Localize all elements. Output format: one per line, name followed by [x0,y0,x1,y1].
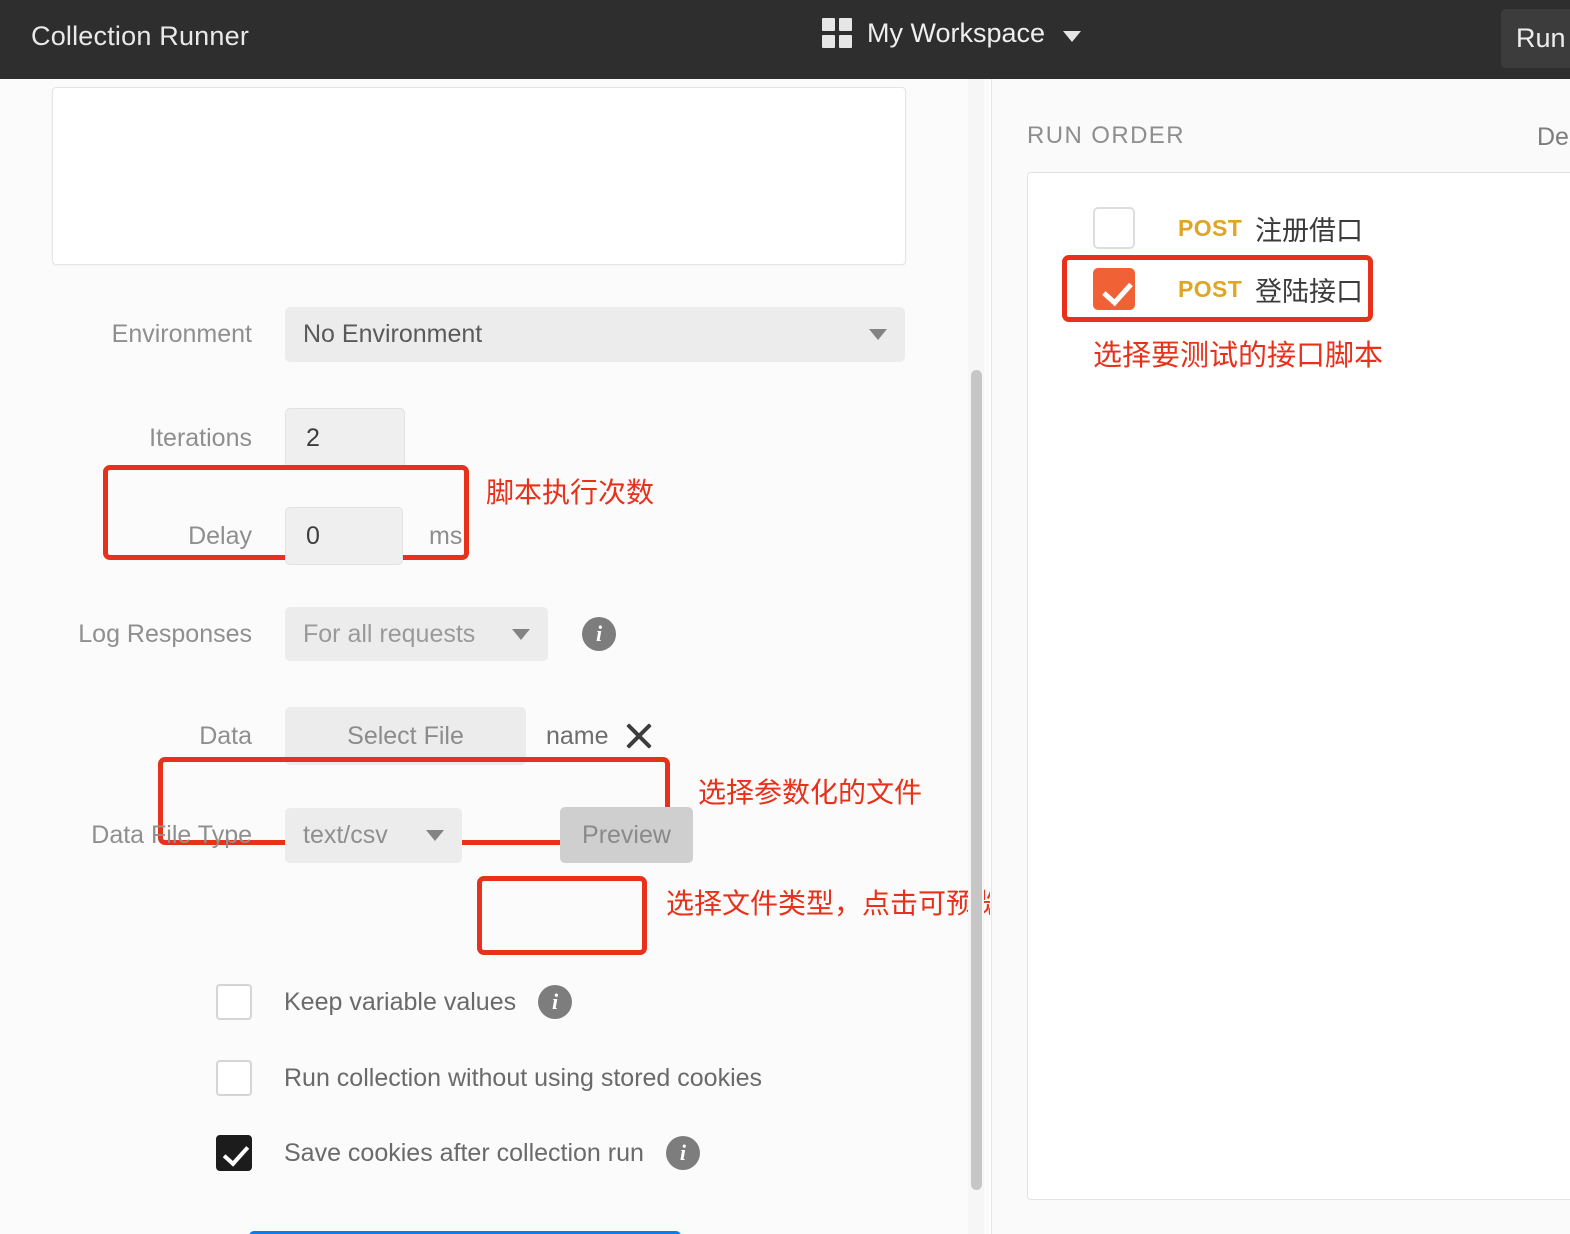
keep-variable-values-label: Keep variable values [284,987,517,1016]
list-item[interactable]: POST 注册借口 [1093,207,1363,249]
keep-variable-values-checkbox[interactable] [216,984,252,1020]
save-cookies-row[interactable]: Save cookies after collection run i [216,1135,700,1171]
workspace-name: My Workspace [867,18,1046,48]
left-pane-scrollbar-thumb[interactable] [971,370,982,1190]
annotation-data: 选择参数化的文件 [698,777,923,808]
data-label: Data [199,721,252,750]
environment-select[interactable]: No Environment [285,307,905,362]
preview-button[interactable]: Preview [560,807,693,863]
log-responses-select[interactable]: For all requests [285,607,548,661]
data-file-type-label: Data File Type [91,820,252,849]
highlight-selected-request [1062,255,1373,322]
save-cookies-checkbox[interactable] [216,1135,252,1171]
deselect-all-link[interactable]: De [1537,123,1569,152]
iterations-label: Iterations [149,423,252,452]
request-method: POST [1178,214,1243,241]
log-responses-label: Log Responses [78,619,252,648]
runner-settings-pane: Environment No Environment Iterations 2 … [0,79,990,1234]
environment-label: Environment [111,320,252,348]
log-responses-row: Log Responses For all requests i [0,607,990,661]
annotation-preview: 选择文件类型，点击可预览 [666,888,990,919]
iterations-row: Iterations 2 [0,408,990,468]
chevron-down-icon [869,329,887,340]
environment-value: No Environment [303,320,483,348]
delay-row: Delay 0 ms [0,507,990,565]
info-icon[interactable]: i [538,985,573,1019]
info-icon[interactable]: i [582,617,616,651]
workspace-selector[interactable]: My Workspace [822,18,1082,49]
environment-row: Environment No Environment [0,307,990,362]
app-header: Collection Runner My Workspace Run [0,0,1570,79]
run-order-pane: RUN ORDER De [992,79,1570,1234]
highlight-preview [477,876,647,955]
data-file-type-row: Data File Type text/csv Preview [0,807,990,863]
delay-label: Delay [188,521,252,550]
data-file-name: name [546,721,609,750]
chevron-down-icon [426,829,444,841]
run-without-cookies-row[interactable]: Run collection without using stored cook… [216,1060,762,1096]
header-run-button[interactable]: Run [1501,9,1570,68]
data-file-row: Data Select File name [0,707,990,765]
select-file-button[interactable]: Select File [285,707,526,765]
run-without-cookies-label: Run collection without using stored cook… [284,1063,763,1092]
chevron-down-icon [1063,30,1082,42]
iterations-input[interactable]: 2 [285,408,405,468]
keep-variable-values-row[interactable]: Keep variable values i [216,984,573,1020]
chevron-down-icon [512,628,530,640]
delay-unit-label: ms [429,521,463,550]
collection-runner-window: Collection Runner My Workspace Run Envir… [0,0,1570,1234]
info-icon[interactable]: i [665,1136,700,1170]
request-name: 注册借口 [1255,215,1363,246]
save-cookies-label: Save cookies after collection run [284,1138,644,1167]
run-without-cookies-checkbox[interactable] [216,1060,252,1096]
run-order-list-panel [1027,172,1570,1200]
page-title: Collection Runner [31,21,250,51]
collection-preview-box [52,87,906,265]
data-file-type-select[interactable]: text/csv [285,807,462,863]
annotation-iterations: 脚本执行次数 [486,477,655,508]
run-order-heading: RUN ORDER [1027,122,1185,149]
data-file-type-value: text/csv [303,820,388,849]
close-icon[interactable] [623,720,655,752]
request-checkbox[interactable] [1093,207,1135,249]
log-responses-value: For all requests [303,619,476,648]
delay-input[interactable]: 0 [285,507,403,565]
grid-icon [822,18,853,49]
annotation-request: 选择要测试的接口脚本 [1093,340,1384,372]
